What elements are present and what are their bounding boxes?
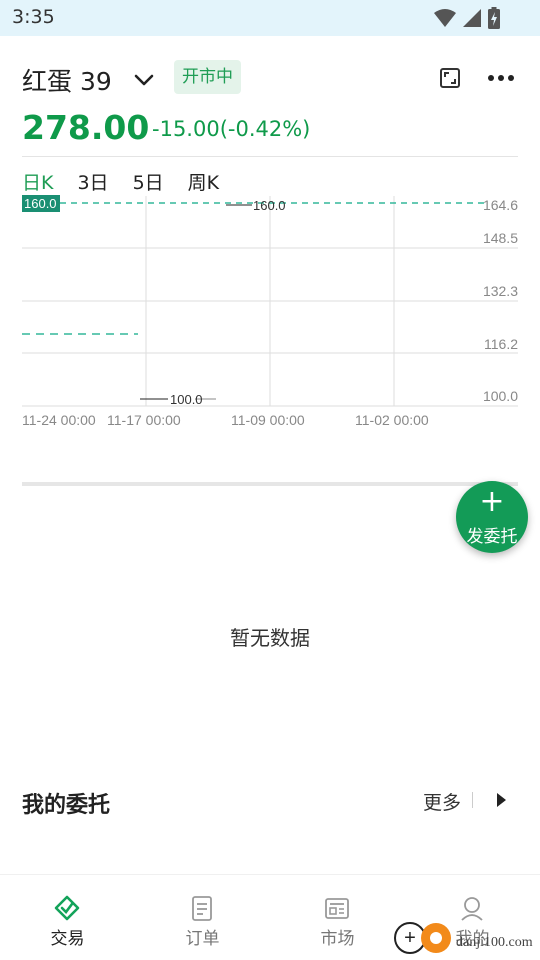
section-divider — [22, 482, 518, 486]
divider — [22, 156, 518, 157]
svg-text:+: + — [404, 927, 416, 949]
low-label: 100.0 — [170, 392, 203, 407]
market-status-badge: 开市中 — [174, 60, 241, 94]
more-options-icon[interactable] — [486, 66, 516, 90]
y-tick-label: 116.2 — [484, 336, 518, 352]
new-order-fab[interactable]: + 发委托 — [456, 481, 528, 553]
empty-state-text: 暂无数据 — [230, 626, 310, 650]
status-time: 3:35 — [12, 6, 55, 28]
chart-grid — [22, 196, 518, 407]
price-chart[interactable]: 160.0 160.0 100.0 164.6 148.5 132.3 116.… — [0, 190, 540, 440]
trade-icon — [54, 895, 80, 921]
watermark-icon: + danji100.com — [394, 922, 533, 954]
order-icon — [192, 896, 212, 921]
fab-label: 发委托 — [466, 527, 518, 547]
high-label: 160.0 — [253, 198, 286, 213]
nav-item-orders[interactable]: 订单 — [135, 875, 270, 960]
status-bar: 3:35 — [0, 0, 540, 36]
price-change: -15.00(-0.42%) — [152, 117, 311, 141]
nav-label-market: 市场 — [320, 929, 355, 949]
x-tick-label: 11-17 00:00 — [107, 412, 181, 428]
chevron-down-icon[interactable] — [133, 69, 155, 91]
watermark-logo: + danji100.com — [392, 916, 540, 960]
y-tick-label: 100.0 — [483, 388, 518, 404]
my-orders-title: 我的委托 — [22, 793, 111, 818]
y-tick-label: 164.6 — [483, 197, 518, 213]
status-icons — [434, 7, 500, 29]
x-tick-label: 11-02 00:00 — [355, 412, 429, 428]
product-title: 红蛋 39 — [22, 67, 112, 96]
y-tick-label: 148.5 — [483, 230, 518, 246]
more-separator — [472, 792, 473, 808]
x-tick-label: 11-24 00:00 — [22, 412, 96, 428]
fullscreen-icon[interactable] — [438, 66, 462, 90]
nav-label-orders: 订单 — [185, 929, 220, 949]
play-arrow-icon[interactable] — [494, 791, 508, 809]
more-orders-link[interactable]: 更多 — [423, 788, 461, 815]
y-tick-label: 132.3 — [483, 283, 518, 299]
nav-item-trade[interactable]: 交易 — [0, 875, 135, 960]
current-value-label: 160.0 — [24, 196, 57, 211]
wifi-icon — [434, 9, 456, 27]
nav-label-trade: 交易 — [50, 929, 85, 949]
x-axis: 11-24 00:00 11-17 00:00 11-09 00:00 11-0… — [22, 412, 429, 428]
signal-icon — [463, 9, 481, 27]
battery-icon — [488, 7, 500, 29]
current-price: 278.00 — [22, 108, 150, 147]
x-tick-label: 11-09 00:00 — [231, 412, 305, 428]
market-icon — [325, 898, 349, 919]
nav-item-market[interactable]: 市场 — [270, 875, 405, 960]
plus-icon: + — [479, 484, 505, 519]
watermark-text: danji100.com — [456, 935, 533, 950]
